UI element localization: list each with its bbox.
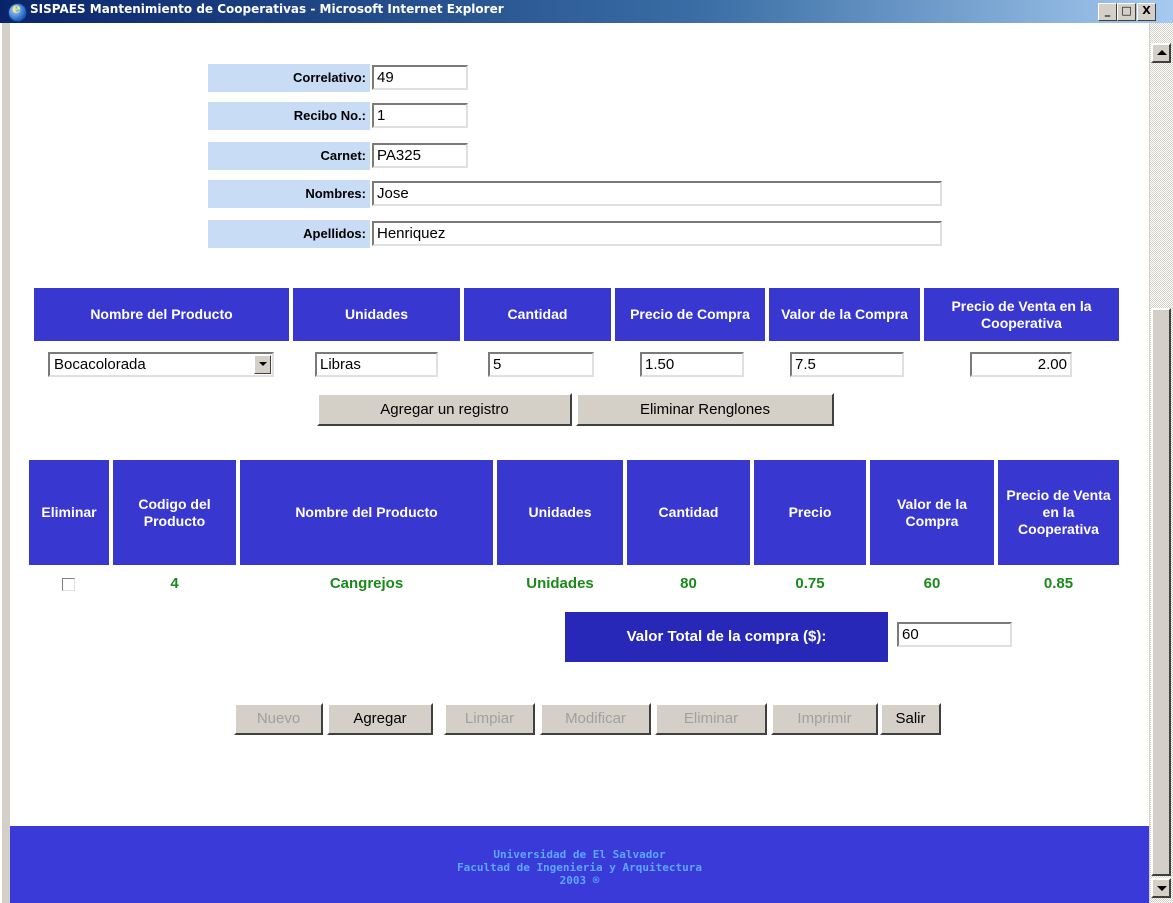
window-title: SISPAES Mantenimiento de Cooperativas - …: [30, 2, 504, 16]
modificar-button[interactable]: Modificar: [540, 703, 651, 735]
eliminar-button[interactable]: Eliminar: [655, 703, 767, 735]
table-header-codigo: Codigo del Producto: [113, 460, 236, 565]
table-header-precio-venta: Precio de Venta en la Cooperativa: [998, 460, 1119, 565]
cell-cantidad: 80: [680, 575, 697, 592]
carnet-field[interactable]: [372, 143, 468, 168]
footer-year: 2003 ®: [559, 874, 600, 887]
scrollbar-thumb[interactable]: [1151, 308, 1171, 876]
table-header-eliminar: Eliminar: [29, 460, 109, 565]
table-row: 4 Cangrejos Unidades 80 0.75 60 0.85: [29, 570, 1119, 600]
vertical-scrollbar[interactable]: [1149, 23, 1173, 903]
entry-header-valor-compra: Valor de la Compra: [769, 288, 920, 341]
producto-select[interactable]: Bocacolorada: [48, 352, 274, 377]
cell-precio-venta: 0.85: [1043, 575, 1074, 592]
producto-select-value: Bocacolorada: [54, 356, 146, 373]
entry-header-precio-venta: Precio de Venta en la Cooperativa: [924, 288, 1119, 341]
agregar-button[interactable]: Agregar: [327, 703, 433, 735]
internet-explorer-icon: [8, 1, 27, 22]
imprimir-button[interactable]: Imprimir: [771, 703, 878, 735]
valor-compra-field[interactable]: [790, 352, 904, 377]
table-header-cantidad: Cantidad: [627, 460, 750, 565]
agregar-registro-button[interactable]: Agregar un registro: [317, 393, 572, 426]
salir-button[interactable]: Salir: [880, 703, 941, 735]
table-header-precio: Precio: [754, 460, 866, 565]
nombres-field[interactable]: [372, 181, 942, 206]
maximize-button[interactable]: □: [1117, 3, 1136, 21]
unidades-field[interactable]: [315, 352, 438, 377]
cell-precio: 0.75: [795, 575, 825, 592]
table-header-valor: Valor de la Compra: [870, 460, 994, 565]
entry-header-unidades: Unidades: [293, 288, 460, 341]
chevron-down-icon[interactable]: [254, 355, 271, 374]
scroll-up-button[interactable]: [1151, 43, 1171, 63]
table-header-nombre: Nombre del Producto: [240, 460, 493, 565]
cell-codigo: 4: [170, 575, 179, 592]
eliminar-renglones-button[interactable]: Eliminar Renglones: [576, 393, 834, 426]
entry-header-precio-compra: Precio de Compra: [615, 288, 765, 341]
nuevo-button[interactable]: Nuevo: [234, 703, 323, 735]
eliminar-checkbox[interactable]: [62, 578, 75, 591]
apellidos-label: Apellidos:: [208, 220, 370, 248]
recibo-field[interactable]: [372, 103, 468, 128]
limpiar-button[interactable]: Limpiar: [444, 703, 535, 735]
window-title-bar: SISPAES Mantenimiento de Cooperativas - …: [0, 0, 1173, 23]
window-frame-left: [0, 23, 10, 903]
carnet-label: Carnet:: [208, 142, 370, 170]
recibo-label: Recibo No.:: [208, 102, 370, 130]
table-header-unidades: Unidades: [497, 460, 623, 565]
correlativo-field[interactable]: [372, 65, 468, 90]
correlativo-label: Correlativo:: [208, 64, 370, 92]
total-label: Valor Total de la compra ($):: [565, 612, 888, 662]
cantidad-field[interactable]: [488, 352, 594, 377]
cell-unidades: Unidades: [526, 575, 594, 592]
close-button[interactable]: X: [1137, 3, 1156, 21]
entry-header-producto: Nombre del Producto: [34, 288, 289, 341]
precio-venta-field[interactable]: [970, 352, 1072, 377]
page-footer: Universidad de El Salvador Facultad de I…: [10, 826, 1149, 903]
footer-university: Universidad de El Salvador: [493, 848, 666, 861]
entry-header-cantidad: Cantidad: [464, 288, 611, 341]
total-field[interactable]: [897, 622, 1012, 647]
footer-faculty: Facultad de Ingenieria y Arquitectura: [456, 861, 703, 874]
nombres-label: Nombres:: [208, 180, 370, 208]
scroll-down-button[interactable]: [1151, 878, 1171, 898]
apellidos-field[interactable]: [372, 221, 942, 246]
minimize-button[interactable]: _: [1098, 3, 1117, 21]
cell-nombre: Cangrejos: [329, 575, 404, 592]
precio-compra-field[interactable]: [640, 352, 744, 377]
cell-valor: 60: [923, 575, 941, 592]
